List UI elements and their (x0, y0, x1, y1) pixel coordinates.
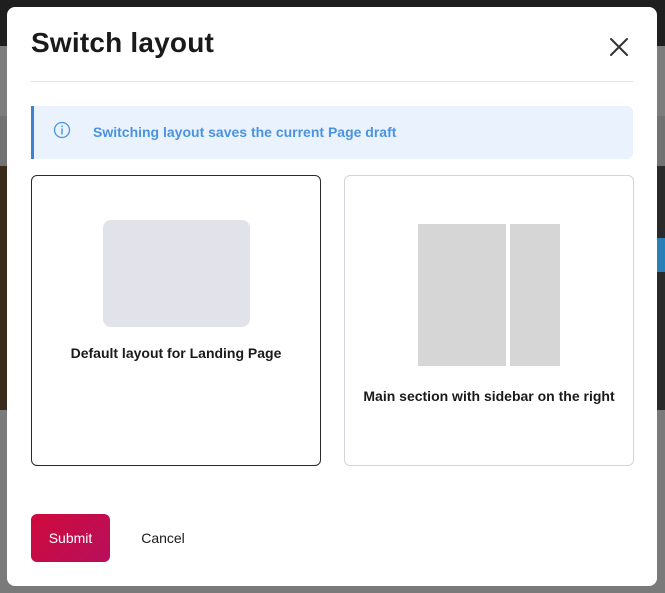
submit-button[interactable]: Submit (31, 514, 110, 562)
close-button[interactable] (605, 33, 633, 61)
layout-option-label: Main section with sidebar on the right (363, 388, 615, 404)
layout-option-label: Default layout for Landing Page (70, 345, 282, 361)
info-icon (53, 121, 71, 139)
layout-option-default[interactable]: Default layout for Landing Page (31, 175, 321, 466)
info-banner: Switching layout saves the current Page … (31, 106, 633, 159)
dialog-title: Switch layout (31, 27, 215, 58)
layout-preview-main-section (418, 224, 506, 366)
header-divider (31, 81, 633, 82)
layout-option-sidebar-right[interactable]: Main section with sidebar on the right (344, 175, 634, 466)
close-icon (610, 38, 628, 56)
cancel-button[interactable]: Cancel (125, 514, 201, 562)
layout-preview-sidebar (510, 224, 560, 366)
switch-layout-dialog: Switch layout Switching layout saves the… (7, 7, 657, 586)
layout-preview-full (103, 220, 250, 327)
info-banner-text: Switching layout saves the current Page … (93, 124, 397, 140)
